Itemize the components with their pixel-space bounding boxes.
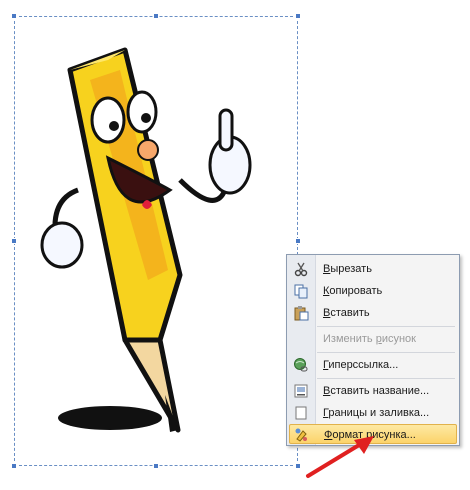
red-pointer-arrow [306,436,374,478]
menu-item-copy[interactable]: Копировать [289,281,457,301]
menu-separator [317,352,455,353]
resize-handle-top-middle[interactable] [153,13,159,19]
menu-item-borders-shading[interactable]: Границы и заливка... [289,403,457,423]
resize-handle-middle-right[interactable] [295,238,301,244]
context-menu: Вырезать Копировать Вставить Изменить ри… [286,254,460,446]
menu-item-cut[interactable]: Вырезать [289,259,457,279]
resize-handle-bottom-middle[interactable] [153,463,159,469]
resize-handle-bottom-left[interactable] [11,463,17,469]
resize-handle-top-left[interactable] [11,13,17,19]
hyperlink-globe-icon [294,358,308,372]
menu-item-insert-caption[interactable]: Вставить название... [289,381,457,401]
paste-icon [294,306,309,321]
menu-item-change-picture: Изменить рисунок [323,333,416,345]
pencil-cartoon-image[interactable] [30,40,270,460]
copy-icon [294,284,308,299]
resize-handle-bottom-right[interactable] [295,463,301,469]
borders-shading-icon [295,406,307,420]
nose [137,139,159,161]
insert-caption-icon [294,384,308,398]
menu-separator [317,378,455,379]
right-eye [126,90,158,134]
resize-handle-top-right[interactable] [295,13,301,19]
menu-item-hyperlink[interactable]: Гиперссылка... [289,355,457,375]
menu-item-paste[interactable]: Вставить [289,303,457,323]
left-glove [40,221,84,269]
pointing-finger [218,108,234,152]
scissors-icon [294,262,308,277]
pencil-shadow [58,406,162,430]
menu-separator [317,326,455,327]
left-eye [90,96,126,144]
resize-handle-middle-left[interactable] [11,238,17,244]
